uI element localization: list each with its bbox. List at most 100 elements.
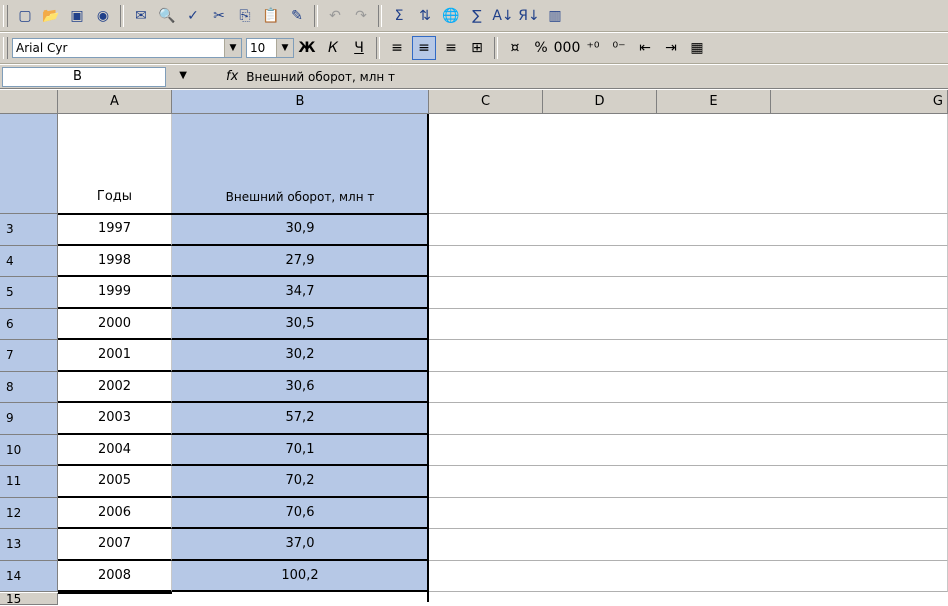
decrease-indent-icon[interactable]: ⇤: [634, 37, 656, 59]
cut-icon[interactable]: ✂: [208, 5, 230, 27]
insert-function-icon[interactable]: Σ: [388, 5, 410, 27]
table-cell-value[interactable]: 37,0: [172, 529, 429, 561]
sort-asc-icon[interactable]: A↓: [492, 5, 514, 27]
column-header-c[interactable]: C: [429, 90, 543, 114]
table-cell-value[interactable]: 100,2: [172, 560, 429, 592]
autosum-icon[interactable]: ∑: [466, 5, 488, 27]
row-header[interactable]: 13: [0, 529, 58, 561]
sort-desc-icon[interactable]: Я↓: [518, 5, 540, 27]
name-box[interactable]: B ▼: [2, 66, 187, 87]
row-header[interactable]: 10: [0, 434, 58, 466]
print-preview-icon[interactable]: 🔍: [156, 5, 178, 27]
row-header[interactable]: 6: [0, 308, 58, 340]
borders-icon[interactable]: ▦: [686, 37, 708, 59]
row-header[interactable]: 12: [0, 497, 58, 529]
column-header-b[interactable]: B: [172, 90, 429, 114]
formula-content[interactable]: Внешний оборот, млн т: [246, 70, 395, 84]
empty-cell[interactable]: [429, 371, 948, 403]
copy-icon[interactable]: ⎘: [234, 5, 256, 27]
empty-cell[interactable]: [429, 340, 948, 372]
select-all-corner[interactable]: [0, 90, 58, 114]
sort-icon[interactable]: ⇅: [414, 5, 436, 27]
open-icon[interactable]: 📂: [40, 5, 62, 27]
table-cell-year[interactable]: 1998: [58, 245, 172, 277]
underline-icon[interactable]: Ч: [348, 37, 370, 59]
empty-cell[interactable]: [429, 434, 948, 466]
table-cell-value[interactable]: 27,9: [172, 245, 429, 277]
save-icon[interactable]: ▣: [66, 5, 88, 27]
increase-indent-icon[interactable]: ⇥: [660, 37, 682, 59]
row-header[interactable]: 5: [0, 277, 58, 309]
align-right-icon[interactable]: ≡: [440, 37, 462, 59]
empty-cell[interactable]: [429, 560, 948, 592]
table-cell-year[interactable]: 1997: [58, 214, 172, 246]
toolbar-grip[interactable]: [3, 4, 8, 27]
table-cell-year[interactable]: 2000: [58, 308, 172, 340]
table-cell-year[interactable]: 2004: [58, 434, 172, 466]
table-cell-year[interactable]: 2002: [58, 371, 172, 403]
table-cell-value[interactable]: 57,2: [172, 403, 429, 435]
align-center-icon[interactable]: ≡: [412, 36, 436, 60]
chart-icon[interactable]: ▥: [544, 5, 566, 27]
empty-cell[interactable]: [429, 214, 948, 246]
new-icon[interactable]: ▢: [14, 5, 36, 27]
header-cell-value[interactable]: Внешний оборот, млн т: [172, 114, 429, 214]
empty-cell[interactable]: [429, 403, 948, 435]
increase-decimal-icon[interactable]: ⁺⁰: [582, 37, 604, 59]
empty-cell[interactable]: [429, 466, 948, 498]
empty-cell[interactable]: [429, 529, 948, 561]
row-header-1-2[interactable]: [0, 114, 58, 214]
header-cell-year[interactable]: Годы: [58, 114, 172, 214]
chevron-down-icon[interactable]: ▼: [179, 70, 187, 81]
undo-icon[interactable]: ↶: [324, 5, 346, 27]
mail-icon[interactable]: ✉: [130, 5, 152, 27]
font-size-select[interactable]: 10 ▼: [246, 38, 294, 58]
table-cell-year[interactable]: 2007: [58, 529, 172, 561]
empty-cell[interactable]: [429, 308, 948, 340]
spelling-icon[interactable]: ✓: [182, 5, 204, 27]
column-header-d[interactable]: D: [543, 90, 657, 114]
table-cell-value[interactable]: 30,5: [172, 308, 429, 340]
font-name-select[interactable]: Arial Cyr ▼: [12, 38, 242, 58]
column-header-g[interactable]: G: [771, 90, 948, 114]
format-painter-icon[interactable]: ✎: [286, 5, 308, 27]
percent-icon[interactable]: %: [530, 37, 552, 59]
empty-cell[interactable]: [429, 245, 948, 277]
align-left-icon[interactable]: ≡: [386, 37, 408, 59]
column-header-a[interactable]: A: [58, 90, 172, 114]
empty-cell[interactable]: [429, 497, 948, 529]
column-header-e[interactable]: E: [657, 90, 771, 114]
thousands-icon[interactable]: 000: [554, 37, 581, 59]
table-cell-year[interactable]: 2001: [58, 340, 172, 372]
table-cell-value[interactable]: 30,6: [172, 371, 429, 403]
table-cell-value[interactable]: 70,1: [172, 434, 429, 466]
row-header[interactable]: 8: [0, 371, 58, 403]
permission-icon[interactable]: ◉: [92, 5, 114, 27]
row-header[interactable]: 4: [0, 245, 58, 277]
chevron-down-icon[interactable]: ▼: [224, 39, 241, 57]
row-header[interactable]: 15: [0, 592, 58, 606]
italic-icon[interactable]: К: [322, 37, 344, 59]
bold-icon[interactable]: Ж: [296, 37, 318, 59]
currency-icon[interactable]: ¤: [504, 37, 526, 59]
empty-cell[interactable]: [429, 277, 948, 309]
chevron-down-icon[interactable]: ▼: [276, 39, 293, 57]
decrease-decimal-icon[interactable]: ⁰⁻: [608, 37, 630, 59]
table-cell-year[interactable]: 2008: [58, 560, 172, 592]
toolbar-grip[interactable]: [3, 37, 8, 59]
table-cell-value[interactable]: 30,9: [172, 214, 429, 246]
paste-icon[interactable]: 📋: [260, 5, 282, 27]
row-header[interactable]: 14: [0, 560, 58, 592]
hyperlink-icon[interactable]: 🌐: [440, 5, 462, 27]
row-header[interactable]: 3: [0, 214, 58, 246]
table-cell-value[interactable]: 70,6: [172, 497, 429, 529]
table-cell-value[interactable]: 70,2: [172, 466, 429, 498]
merge-center-icon[interactable]: ⊞: [466, 37, 488, 59]
table-cell-year[interactable]: 2003: [58, 403, 172, 435]
table-cell-value[interactable]: 30,2: [172, 340, 429, 372]
redo-icon[interactable]: ↷: [350, 5, 372, 27]
table-cell-year[interactable]: 2005: [58, 466, 172, 498]
row-header[interactable]: 9: [0, 403, 58, 435]
table-cell-value[interactable]: 34,7: [172, 277, 429, 309]
fx-icon[interactable]: fx: [226, 69, 238, 84]
